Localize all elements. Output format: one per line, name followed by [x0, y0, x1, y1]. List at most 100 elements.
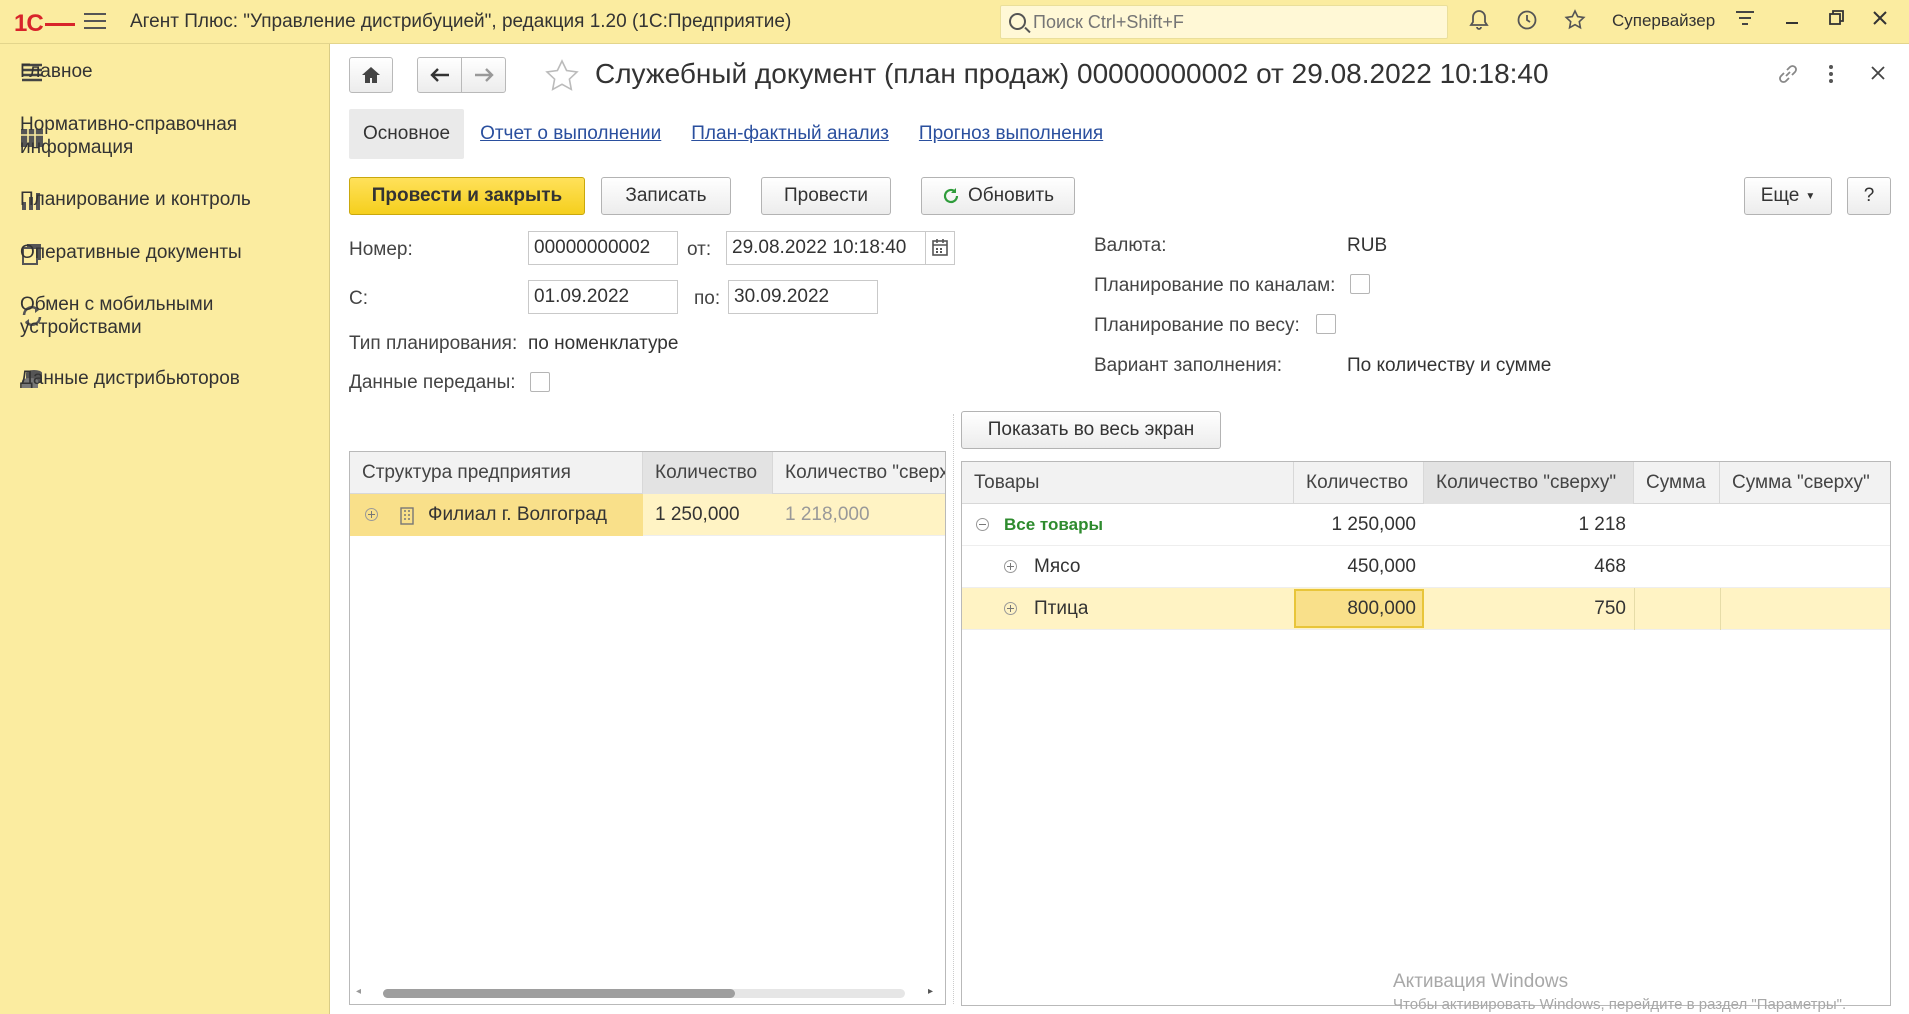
home-button[interactable]	[349, 57, 393, 93]
goods-table: Товары Количество Количество "сверху" Су…	[961, 461, 1891, 1006]
save-button[interactable]: Записать	[601, 177, 731, 215]
sidebar-item-label: Планирование и контроль	[20, 189, 251, 210]
forward-button[interactable]	[461, 57, 506, 93]
column-header-structure[interactable]: Структура предприятия	[350, 452, 643, 494]
calendar-button[interactable]	[925, 231, 955, 265]
tab-forecast[interactable]: Прогноз выполнения	[919, 123, 1103, 145]
more-actions-icon[interactable]	[1827, 62, 1835, 91]
help-button[interactable]: ?	[1847, 177, 1891, 215]
quantity-top-cell[interactable]: 1 218,000	[785, 494, 870, 536]
structure-name: Филиал г. Волгоград	[428, 504, 607, 525]
column-header-quantity[interactable]: Количество	[1294, 462, 1424, 504]
tab-execution-report[interactable]: Отчет о выполнении	[480, 123, 661, 145]
quantity-top-cell[interactable]: 750	[1424, 588, 1626, 630]
table-row[interactable]: Птица 800,000 750	[962, 588, 1890, 630]
favorite-star-icon[interactable]	[544, 59, 580, 98]
panel-splitter[interactable]	[953, 414, 954, 1004]
sum-top-cell[interactable]	[1720, 546, 1886, 588]
restore-icon[interactable]	[1824, 8, 1848, 34]
structure-table: Структура предприятия Количество Количес…	[349, 451, 946, 1005]
sum-cell[interactable]	[1634, 546, 1714, 588]
column-header-sum[interactable]: Сумма	[1634, 462, 1720, 504]
scrollbar-thumb[interactable]	[383, 989, 735, 998]
expand-plus-icon[interactable]	[1004, 602, 1017, 615]
search-icon	[1009, 13, 1026, 30]
column-header-sum-top[interactable]: Сумма "сверху"	[1720, 462, 1890, 504]
sidebar-item-catalogs[interactable]: Нормативно-справочная информация	[20, 113, 237, 158]
sidebar-item-documents[interactable]: Оперативные документы	[20, 241, 242, 267]
sidebar-item-planning[interactable]: Планирование и контроль	[20, 188, 251, 214]
quantity-cell[interactable]: 450,000	[1294, 546, 1416, 588]
quantity-cell[interactable]: 1 250,000	[1294, 504, 1416, 546]
start-date-field[interactable]: 01.09.2022	[528, 280, 678, 314]
column-header-quantity[interactable]: Количество	[643, 452, 773, 494]
sum-top-cell[interactable]	[1720, 588, 1886, 630]
goods-name: Мясо	[1034, 556, 1081, 577]
calendar-icon	[932, 239, 948, 256]
goods-group-name: Все товары	[1004, 515, 1103, 534]
show-fullscreen-button[interactable]: Показать во весь экран	[961, 411, 1221, 449]
link-icon[interactable]	[1776, 62, 1800, 91]
tab-plan-fact-analysis[interactable]: План-фактный анализ	[691, 123, 889, 145]
table-row[interactable]: Филиал г. Волгоград 1 250,000 1 218,000	[350, 494, 945, 536]
sidebar-item-label: Оперативные документы	[20, 242, 242, 263]
goods-name: Птица	[1034, 598, 1089, 619]
settings-menu-icon[interactable]	[1733, 8, 1757, 34]
history-icon[interactable]	[1513, 8, 1541, 39]
sidebar-item-label: Главное	[20, 61, 93, 82]
quantity-top-cell[interactable]: 468	[1424, 546, 1626, 588]
sidebar-item-main[interactable]: Главное	[20, 60, 93, 86]
table-row[interactable]: Все товары 1 250,000 1 218	[962, 504, 1890, 546]
building-icon	[400, 507, 414, 530]
end-date-label: по:	[694, 288, 721, 309]
sum-cell[interactable]	[1634, 504, 1714, 546]
search-input[interactable]	[1033, 11, 1433, 33]
fill-variant-label: Вариант заполнения:	[1094, 355, 1282, 376]
bell-icon[interactable]	[1465, 8, 1493, 39]
more-button[interactable]: Еще ▼	[1744, 177, 1832, 215]
main-menu-icon[interactable]	[84, 13, 106, 31]
arrow-right-icon	[474, 68, 494, 82]
sidebar-item-label: Данные дистрибьюторов	[20, 368, 240, 389]
document-tabs: Основное Отчет о выполнении План-фактный…	[349, 108, 1133, 160]
column-header-quantity-top[interactable]: Количество "сверху"	[1424, 462, 1634, 504]
sidebar-item-distributor-data[interactable]: Данные дистрибьюторов	[20, 367, 240, 393]
expand-plus-icon[interactable]	[1004, 560, 1017, 573]
data-sent-checkbox[interactable]	[530, 372, 550, 392]
back-button[interactable]	[417, 57, 462, 93]
scroll-left-icon[interactable]: ◂	[356, 986, 361, 997]
minimize-icon[interactable]	[1780, 8, 1804, 34]
horizontal-scrollbar[interactable]: ◂ ▸	[350, 982, 945, 1004]
currency-value: RUB	[1347, 235, 1388, 256]
scroll-right-icon[interactable]: ▸	[928, 986, 933, 997]
sidebar-item-mobile-exchange[interactable]: Обмен с мобильными устройствами	[20, 293, 213, 338]
quantity-top-cell[interactable]: 1 218	[1424, 504, 1626, 546]
planning-by-channels-checkbox[interactable]	[1350, 274, 1370, 294]
post-and-close-button[interactable]: Провести и закрыть	[349, 177, 585, 215]
date-field[interactable]: 29.08.2022 10:18:40	[726, 231, 926, 265]
collapse-minus-icon[interactable]	[976, 518, 989, 531]
expand-plus-icon[interactable]	[365, 508, 378, 521]
post-button[interactable]: Провести	[761, 177, 891, 215]
goods-table-header: Товары Количество Количество "сверху" Су…	[962, 462, 1890, 504]
search-box[interactable]	[1000, 5, 1448, 39]
planning-by-weight-checkbox[interactable]	[1316, 314, 1336, 334]
favorites-star-icon[interactable]	[1561, 8, 1589, 39]
sum-top-cell[interactable]	[1720, 504, 1886, 546]
home-icon	[362, 67, 380, 83]
column-header-quantity-top[interactable]: Количество "сверху"	[773, 452, 945, 494]
tab-main[interactable]: Основное	[349, 109, 465, 159]
refresh-button[interactable]: Обновить	[921, 177, 1075, 215]
close-window-icon[interactable]	[1868, 8, 1892, 34]
sidebar: Главное Нормативно-справочная информация…	[0, 44, 330, 1014]
sum-cell[interactable]	[1634, 588, 1714, 630]
user-name[interactable]: Супервайзер	[1612, 11, 1715, 31]
column-header-goods[interactable]: Товары	[962, 462, 1294, 504]
close-form-icon[interactable]	[1869, 64, 1887, 87]
fill-variant-value: По количеству и сумме	[1347, 355, 1552, 376]
quantity-cell[interactable]: 800,000	[1294, 588, 1416, 630]
table-row[interactable]: Мясо 450,000 468	[962, 546, 1890, 588]
number-field[interactable]: 00000000002	[528, 231, 678, 265]
quantity-cell[interactable]: 1 250,000	[655, 494, 740, 536]
end-date-field[interactable]: 30.09.2022	[728, 280, 878, 314]
